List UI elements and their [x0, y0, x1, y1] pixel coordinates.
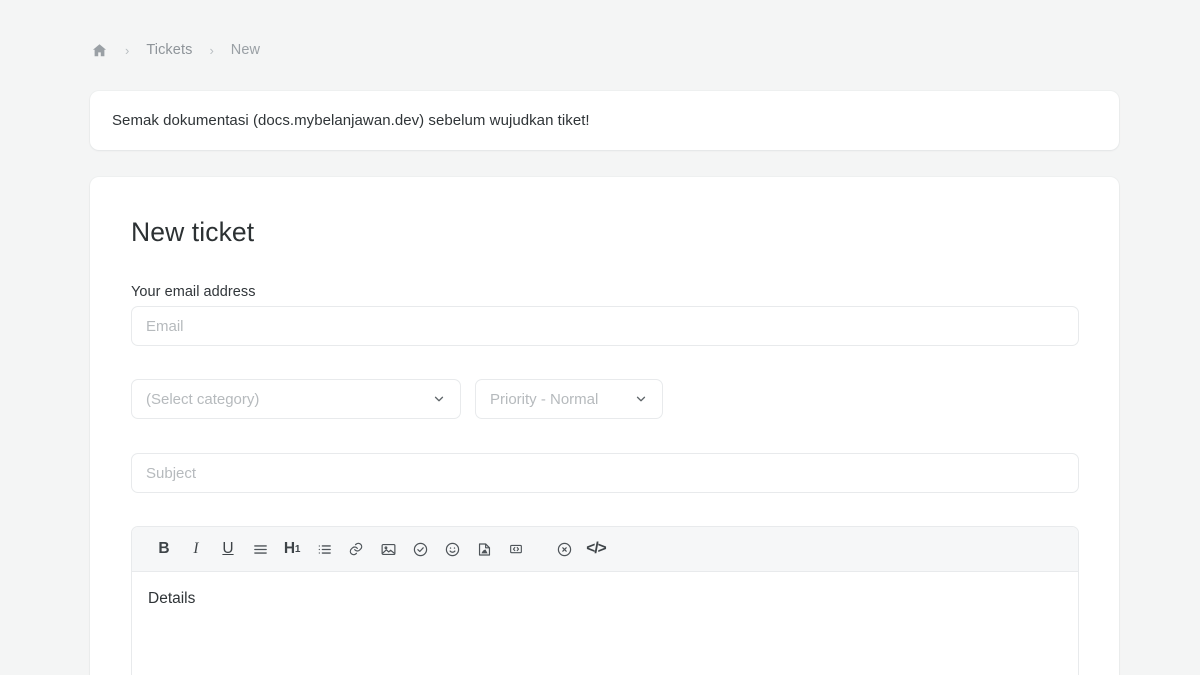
heading-1-icon[interactable]: H1 [276, 534, 308, 564]
underline-icon[interactable]: U [212, 534, 244, 564]
new-ticket-form-card: New ticket Your email address (Select ca… [90, 177, 1119, 675]
check-circle-icon[interactable] [404, 534, 436, 564]
emoji-icon[interactable] [436, 534, 468, 564]
page-root: › Tickets › New Semak dokumentasi (docs.… [0, 0, 1200, 675]
sticker-icon[interactable] [468, 534, 500, 564]
breadcrumb-item-tickets[interactable]: Tickets [146, 42, 192, 58]
home-icon[interactable] [90, 41, 108, 59]
details-editor: B I U H1 [131, 526, 1079, 675]
align-lines-icon[interactable] [244, 534, 276, 564]
editor-toolbar: B I U H1 [132, 527, 1078, 572]
category-select-value: (Select category) [146, 391, 424, 408]
inline-code-icon[interactable] [500, 534, 532, 564]
notice-text: Semak dokumentasi (docs.mybelanjawan.dev… [90, 112, 590, 129]
notice-banner: Semak dokumentasi (docs.mybelanjawan.dev… [90, 91, 1119, 150]
image-icon[interactable] [372, 534, 404, 564]
subject-field[interactable] [131, 453, 1079, 493]
heading-1-level: 1 [295, 544, 300, 555]
priority-select-value: Priority - Normal [490, 391, 626, 408]
chevron-down-icon [634, 392, 648, 406]
source-code-icon[interactable]: </> [580, 534, 612, 564]
category-select[interactable]: (Select category) [131, 379, 461, 419]
clear-format-icon[interactable] [548, 534, 580, 564]
italic-icon[interactable]: I [180, 534, 212, 564]
breadcrumb: › Tickets › New [90, 38, 260, 62]
breadcrumb-separator-1: › [125, 44, 129, 57]
email-field[interactable] [131, 306, 1079, 346]
heading-1-letter: H [284, 540, 295, 558]
page-title: New ticket [131, 217, 254, 248]
link-icon[interactable] [340, 534, 372, 564]
chevron-down-icon [432, 392, 446, 406]
email-label: Your email address [131, 284, 256, 300]
breadcrumb-separator-2: › [209, 44, 213, 57]
select-row: (Select category) Priority - Normal [131, 379, 663, 419]
bullet-list-icon[interactable] [308, 534, 340, 564]
breadcrumb-item-new: New [231, 42, 260, 58]
bold-icon[interactable]: B [148, 534, 180, 564]
priority-select[interactable]: Priority - Normal [475, 379, 663, 419]
details-input[interactable]: Details [132, 572, 1078, 608]
